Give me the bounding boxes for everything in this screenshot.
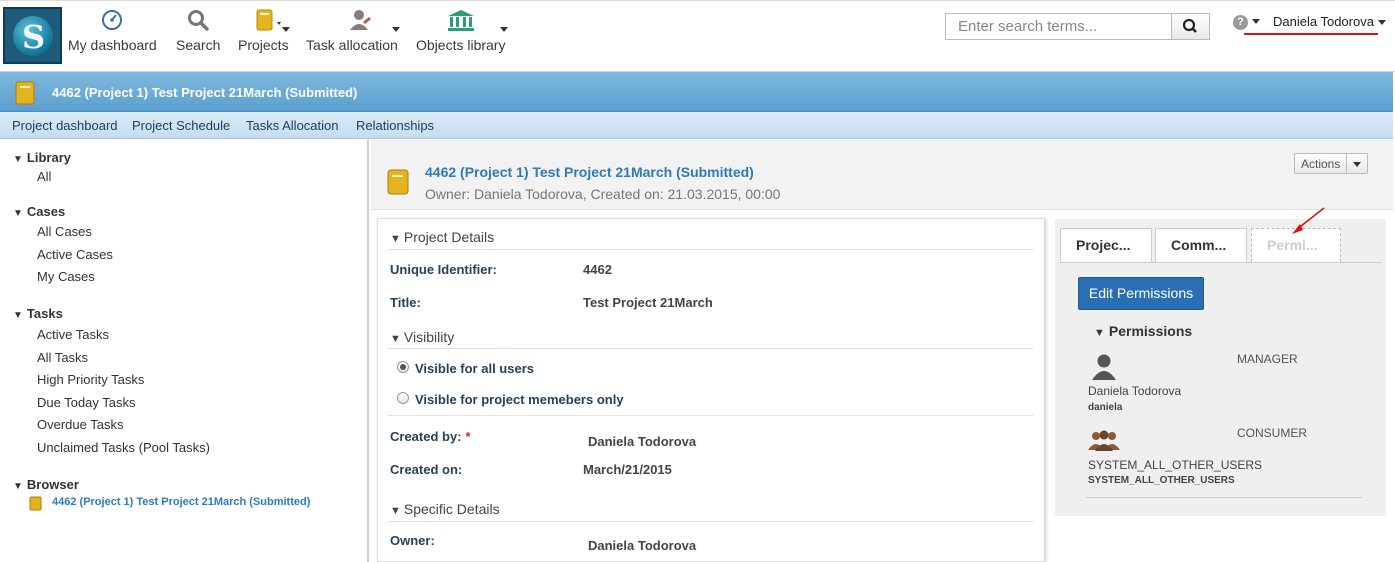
tab-project-dashboard[interactable]: Project dashboard (12, 118, 118, 133)
nav-my-dashboard[interactable]: My dashboard (68, 7, 157, 53)
section-project-details[interactable]: ▼ Project Details (390, 229, 494, 245)
permissions-panel: Projec... Comm... Permi... Edit Permissi… (1055, 219, 1386, 516)
tab-project-schedule[interactable]: Project Schedule (132, 118, 230, 133)
divider (388, 249, 1034, 250)
help-icon: ? (1233, 15, 1248, 30)
field-value: Daniela Todorova (588, 434, 697, 449)
user-name: Daniela Todorova (1273, 14, 1374, 29)
permission-group-id: SYSTEM_ALL_OTHER_USERS (1088, 475, 1235, 486)
permissions-section[interactable]: ▼ Permissions (1094, 323, 1192, 339)
divider (1086, 497, 1362, 498)
project-icon (256, 9, 281, 31)
sidebar: ▼ Library All ▼ Cases All Cases Active Cas… (0, 140, 369, 562)
sidebar-item-overdue-tasks[interactable]: Overdue Tasks (37, 417, 123, 432)
chevron-down-icon (1251, 19, 1260, 25)
nav-search[interactable]: Search (176, 7, 220, 53)
object-header: 4462 (Project 1) Test Project 21March (S… (371, 140, 1393, 210)
project-icon (15, 81, 35, 105)
project-subnav: Project dashboard Project Schedule Tasks… (0, 112, 1393, 139)
annotation-underline (1244, 33, 1378, 35)
sidebar-item-my-cases[interactable]: My Cases (37, 269, 95, 284)
help-menu[interactable]: ? (1233, 13, 1260, 30)
field-value: March/21/2015 (583, 462, 672, 477)
sidebar-item-high-priority-tasks[interactable]: High Priority Tasks (37, 372, 144, 387)
annotation-arrow-icon (1292, 207, 1325, 234)
sidebar-section-browser[interactable]: ▼ Browser (13, 477, 79, 492)
section-specific-details[interactable]: ▼ Specific Details (390, 501, 500, 517)
chevron-down-icon (392, 27, 400, 32)
project-title-band: 4462 (Project 1) Test Project 21March (S… (0, 72, 1393, 112)
field-value: Test Project 21March (583, 295, 713, 310)
chevron-down-icon (1377, 20, 1386, 26)
top-navigation-bar: My dashboard Search Projects Task alloca… (0, 0, 1395, 72)
search-input[interactable]: Enter search terms... (945, 13, 1172, 40)
tab-relationships[interactable]: Relationships (356, 118, 434, 133)
radio-label: Visible for all users (415, 361, 534, 376)
permission-group-name: SYSTEM_ALL_OTHER_USERS (1088, 458, 1263, 472)
divider (1060, 262, 1382, 263)
permission-user-name: Daniela Todorova (1088, 384, 1182, 398)
sidebar-item-active-tasks[interactable]: Active Tasks (37, 327, 109, 342)
chevron-down-icon (500, 27, 508, 32)
user-menu[interactable]: Daniela Todorova (1273, 14, 1386, 29)
divider (388, 521, 1034, 522)
tab-project[interactable]: Projec... (1060, 228, 1152, 262)
field-label: Owner: (390, 533, 435, 548)
dashboard-icon (102, 10, 123, 30)
company-logo[interactable] (3, 7, 62, 64)
project-title: 4462 (Project 1) Test Project 21March (S… (52, 85, 358, 100)
field-value: 4462 (583, 262, 612, 277)
section-visibility[interactable]: ▼ Visibility (390, 329, 454, 345)
sidebar-item-active-cases[interactable]: Active Cases (37, 247, 113, 262)
object-subtitle: Owner: Daniela Todorova, Created on: 21.… (425, 186, 781, 202)
nav-task-allocation[interactable]: Task allocation (306, 7, 398, 53)
sidebar-section-tasks[interactable]: ▼ Tasks (13, 306, 63, 321)
actions-dropdown[interactable]: Actions (1294, 153, 1369, 174)
permission-role: MANAGER (1237, 352, 1298, 366)
divider (388, 415, 1034, 416)
browser-project-link[interactable]: 4462 (Project 1) Test Project 21March (S… (52, 496, 310, 508)
details-panel: ▼ Project Details Unique Identifier: 4462… (377, 218, 1045, 562)
field-label: Created on: (390, 462, 463, 477)
sidebar-section-cases[interactable]: ▼ Cases (13, 204, 65, 219)
radio-label: Visible for project memebers only (415, 392, 624, 407)
group-icon (1088, 430, 1120, 451)
sidebar-item-all-tasks[interactable]: All Tasks (37, 350, 88, 365)
chevron-down-icon (1353, 162, 1362, 168)
sidebar-item-due-today-tasks[interactable]: Due Today Tasks (37, 395, 136, 410)
radio-visible-members[interactable] (397, 392, 409, 404)
sidebar-section-library[interactable]: ▼ Library (13, 150, 71, 165)
divider (388, 348, 1034, 349)
tab-comments[interactable]: Comm... (1155, 228, 1247, 262)
field-label: Title: (390, 295, 421, 310)
permission-role: CONSUMER (1237, 426, 1308, 440)
project-icon (29, 496, 42, 511)
sidebar-item-all-cases[interactable]: All Cases (37, 224, 92, 239)
library-icon (447, 10, 474, 31)
nav-objects-library[interactable]: Objects library (416, 7, 505, 53)
field-label: Unique Identifier: (390, 262, 497, 277)
search-icon (188, 10, 209, 31)
user-icon (1092, 354, 1116, 380)
user-task-icon (349, 10, 371, 30)
field-value: Daniela Todorova (588, 538, 697, 553)
tab-tasks-allocation[interactable]: Tasks Allocation (246, 118, 339, 133)
field-label: Created by: * (390, 429, 471, 444)
sidebar-item-all[interactable]: All (37, 169, 51, 184)
permission-user-id: daniela (1088, 402, 1123, 413)
project-icon (387, 169, 409, 195)
nav-projects[interactable]: Projects (238, 7, 289, 53)
sidebar-item-unclaimed-tasks[interactable]: Unclaimed Tasks (Pool Tasks) (37, 440, 210, 455)
object-title-link[interactable]: 4462 (Project 1) Test Project 21March (S… (425, 164, 754, 180)
radio-visible-all[interactable] (397, 361, 409, 373)
chevron-down-icon (282, 27, 290, 32)
edit-permissions-button[interactable]: Edit Permissions (1078, 277, 1204, 310)
search-icon (1182, 18, 1197, 33)
search-button[interactable] (1171, 13, 1210, 40)
